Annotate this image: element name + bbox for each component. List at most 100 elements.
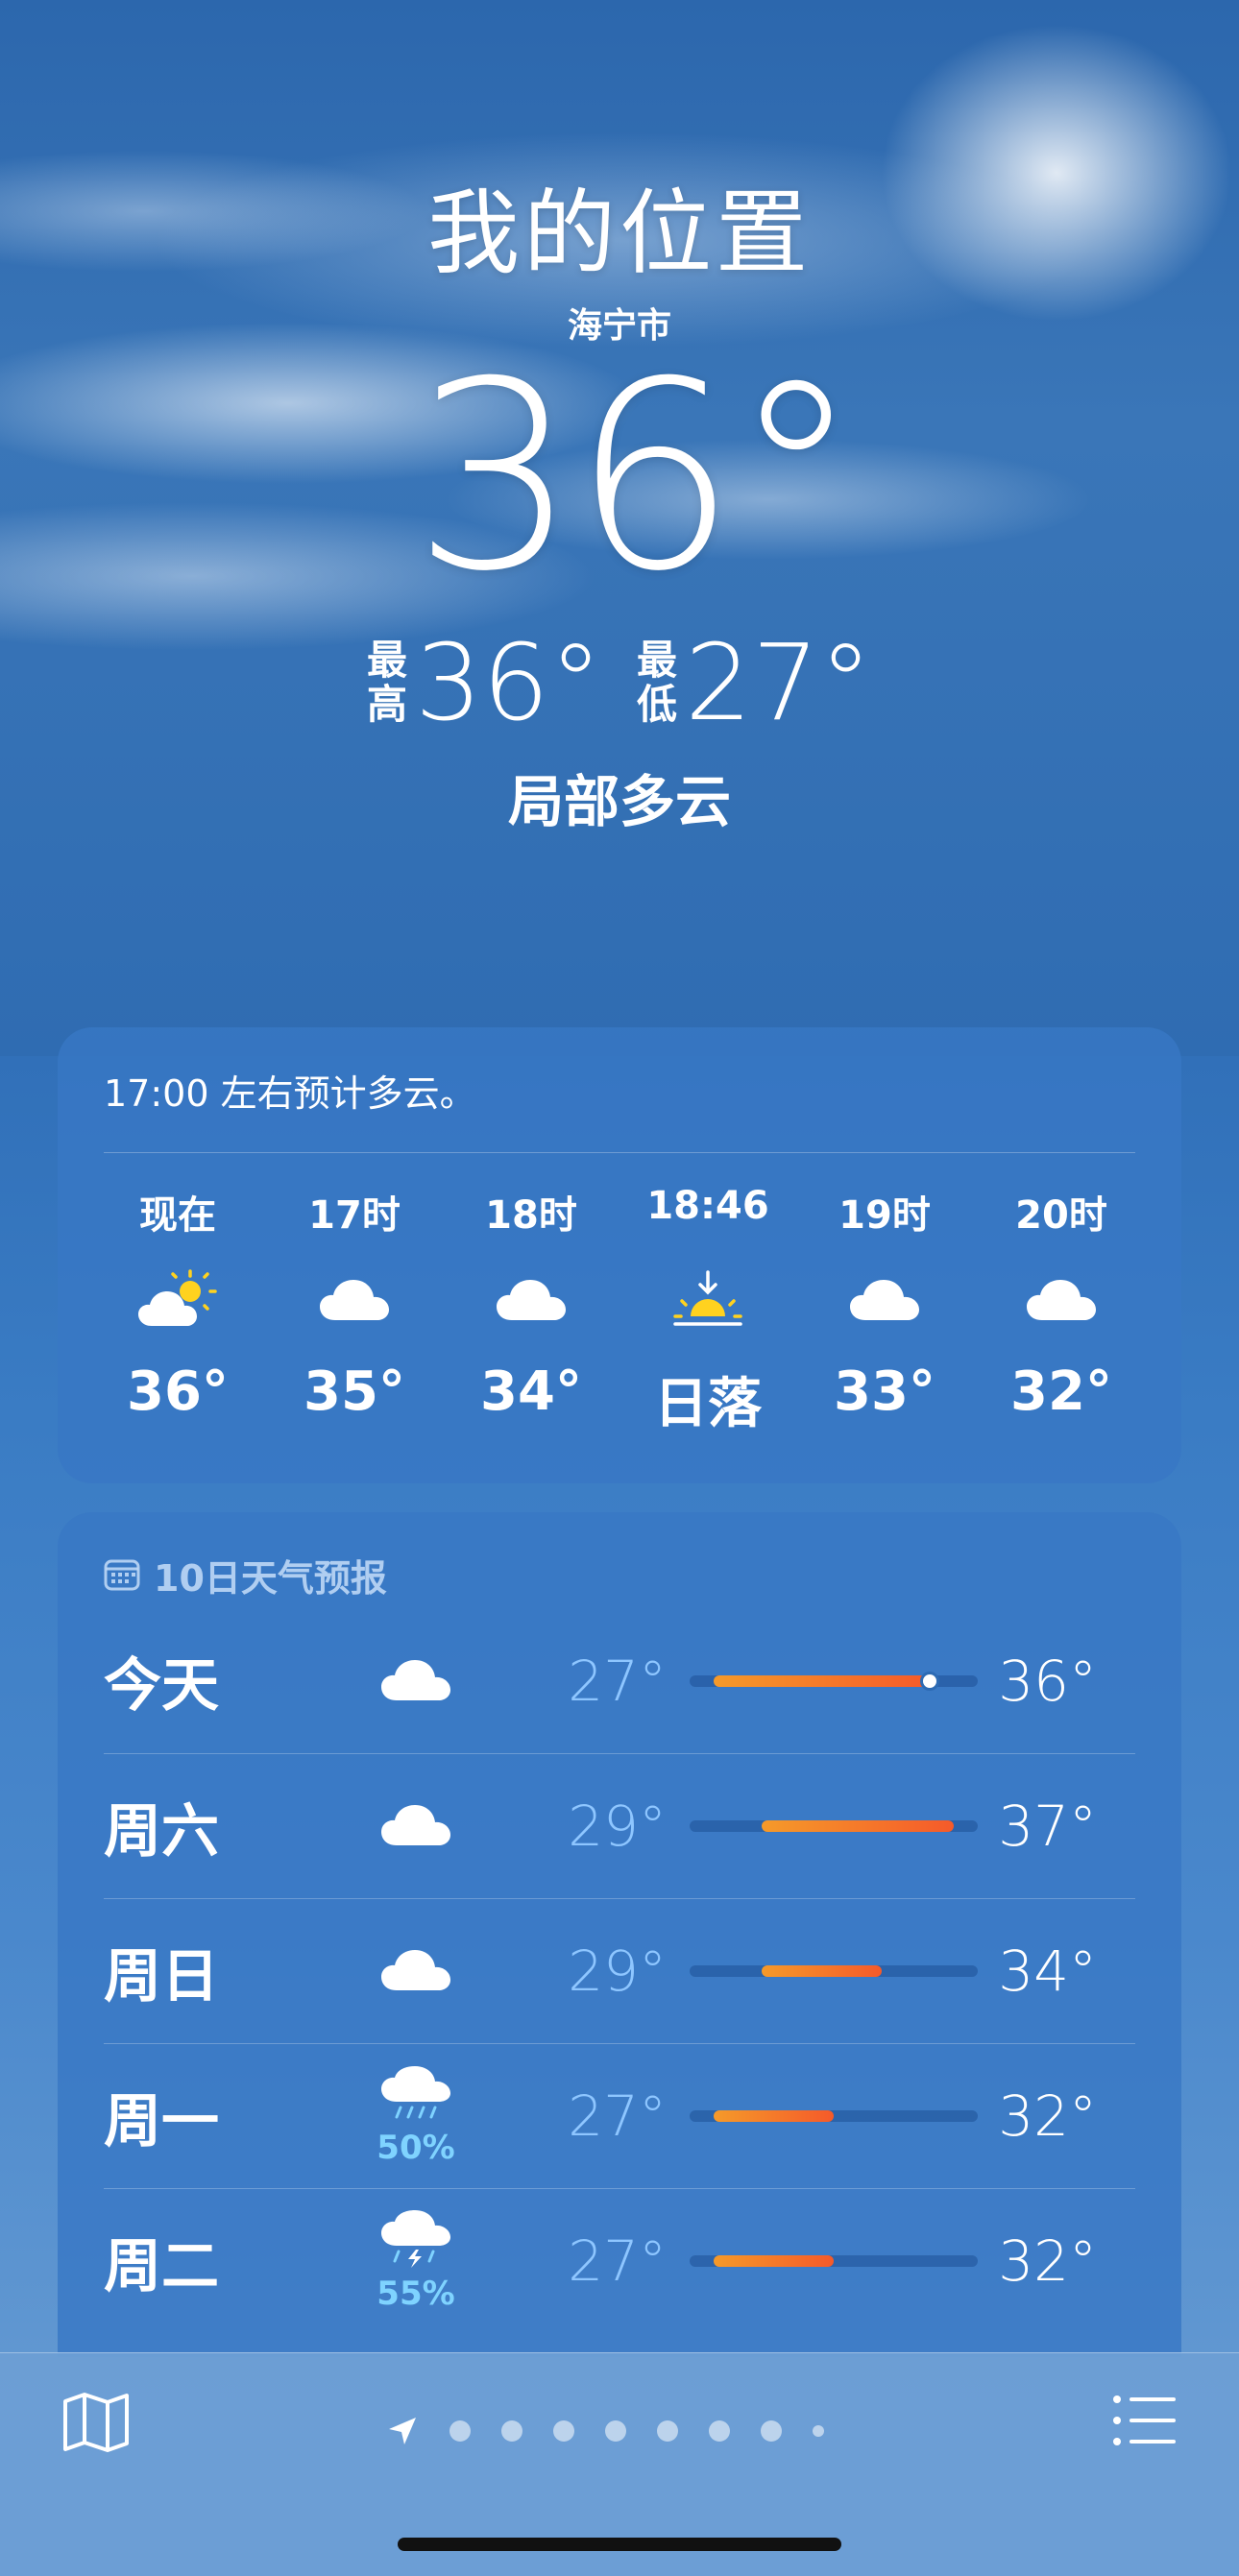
rain-cloud-icon [379,2065,452,2127]
temp-range-fill [714,2110,834,2122]
page-dot[interactable] [813,2425,824,2437]
home-indicator [398,2538,841,2551]
hour-item: 现在 36° [96,1184,259,1438]
temp-range-fill [714,1674,930,1687]
cloud-icon [379,1656,452,1706]
page-dot[interactable] [553,2420,574,2442]
daily-row[interactable]: 今天 27° 36° [104,1608,1135,1753]
temp-range-bar [690,2110,978,2122]
day-low: 29° [568,1938,667,2004]
day-icon-group [353,1946,478,1996]
temp-range-bar [690,1965,978,1977]
day-high: 37° [998,1794,1097,1859]
hour-label: 17时 [308,1193,401,1238]
cloud-icon [379,1946,452,1996]
day-high: 34° [998,1938,1097,2004]
temp-range-fill [762,1965,882,1977]
high-temp-group: 最 高 36° [367,630,602,735]
daily-row[interactable]: 周六 29° 37° [104,1753,1135,1898]
temp-range-bar [690,1820,978,1832]
hour-temp: 34° [480,1360,582,1423]
day-high: 32° [998,2228,1097,2294]
current-temp-dot [920,1671,939,1691]
daily-row[interactable]: 周二 55% 27° 32° [104,2188,1135,2333]
temp-range-bar [690,1671,978,1691]
current-conditions: 我的位置 海宁市 36° 最 高 36° 最 低 27° 局部多云 [0,158,1239,837]
low-temp-group: 最 低 27° [637,630,872,735]
daily-row[interactable]: 周日 29° 34° [104,1898,1135,2043]
day-low: 29° [568,1794,667,1859]
cloud-icon [379,1801,452,1851]
daily-header: 10日天气预报 [58,1512,1181,1608]
day-icon-group: 50% [353,2065,478,2167]
precip-chance: 50% [377,2129,455,2167]
hour-temp: 32° [1010,1360,1112,1423]
precip-chance: 55% [377,2275,455,2313]
high-low: 最 高 36° 最 低 27° [0,630,1239,735]
cloud-icon [1025,1241,1098,1357]
day-low: 27° [568,1648,667,1714]
day-high: 36° [998,1648,1097,1714]
page-dot[interactable] [709,2420,730,2442]
hour-item: 18:46 日落 [626,1184,790,1438]
hour-label: 20时 [1015,1193,1107,1238]
hourly-forecast-card[interactable]: 17:00 左右预计多云。 现在 36° 17时 35° 18时 34° 18:46 日落 19… [58,1027,1181,1483]
page-indicator[interactable] [0,2415,1239,2447]
hour-label: 现在 [139,1193,216,1238]
hour-label: 18时 [485,1193,577,1238]
high-label: 最 高 [367,637,408,728]
low-temp: 27° [685,621,872,744]
hourly-summary: 17:00 左右预计多云。 [104,1072,476,1115]
bottom-toolbar [0,2352,1239,2576]
daily-list: 今天 27° 36° 周六 29° 37° 周日 29° 34° 周一 50% 27° 32° 周二 55%… [58,1608,1181,2333]
daily-header-label: 10日天气预报 [154,1556,387,1600]
temp-range-fill [714,2255,834,2267]
day-name: 周一 [104,2087,219,2155]
day-icon-group [353,1801,478,1851]
hourly-list: 现在 36° 17时 35° 18时 34° 18:46 日落 19时 33° 20时 32° [58,1153,1181,1438]
hour-label: 19时 [838,1193,931,1238]
high-temp: 36° [415,621,602,744]
page-dot[interactable] [605,2420,626,2442]
hour-temp: 日落 [654,1373,762,1435]
cloud-icon [848,1241,921,1357]
day-high: 32° [998,2083,1097,2149]
hour-item: 18时 34° [449,1184,613,1438]
day-name: 今天 [104,1652,219,1720]
hour-label: 18:46 [646,1184,769,1228]
page-dot[interactable] [761,2420,782,2442]
hour-item: 19时 33° [803,1184,966,1438]
hour-temp: 33° [834,1360,935,1423]
location-arrow-icon [389,2418,416,2444]
low-label: 最 低 [637,637,678,728]
list-icon [1113,2395,1176,2445]
day-low: 27° [568,2228,667,2294]
hour-temp: 35° [304,1360,405,1423]
temp-range-fill [762,1820,954,1832]
sunset-icon [669,1241,746,1357]
calendar-icon [104,1559,140,1591]
thunderstorm-icon [379,2209,452,2273]
temp-range-bar [690,2255,978,2267]
cloud-icon [318,1241,391,1357]
day-icon-group [353,1656,478,1706]
daily-forecast-card[interactable]: 10日天气预报 今天 27° 36° 周六 29° 37° 周日 29° 34° 周一 50% 27°… [58,1512,1181,2357]
day-name: 周二 [104,2232,219,2300]
day-name: 周六 [104,1797,219,1866]
hour-item: 17时 35° [273,1184,436,1438]
hour-temp: 36° [127,1360,229,1423]
page-dot[interactable] [501,2420,522,2442]
condition-text: 局部多云 [507,769,731,834]
page-dot[interactable] [449,2420,471,2442]
location-title: 我的位置 [427,180,812,287]
day-low: 27° [568,2083,667,2149]
location-list-button[interactable] [1112,2394,1178,2451]
day-name: 周日 [104,1942,219,2010]
partly-sunny-icon [134,1241,221,1357]
current-temperature: 36° [412,325,862,628]
day-icon-group: 55% [353,2209,478,2313]
hour-item: 20时 32° [980,1184,1143,1438]
page-dot[interactable] [657,2420,678,2442]
cloud-icon [495,1241,568,1357]
daily-row[interactable]: 周一 50% 27° 32° [104,2043,1135,2188]
